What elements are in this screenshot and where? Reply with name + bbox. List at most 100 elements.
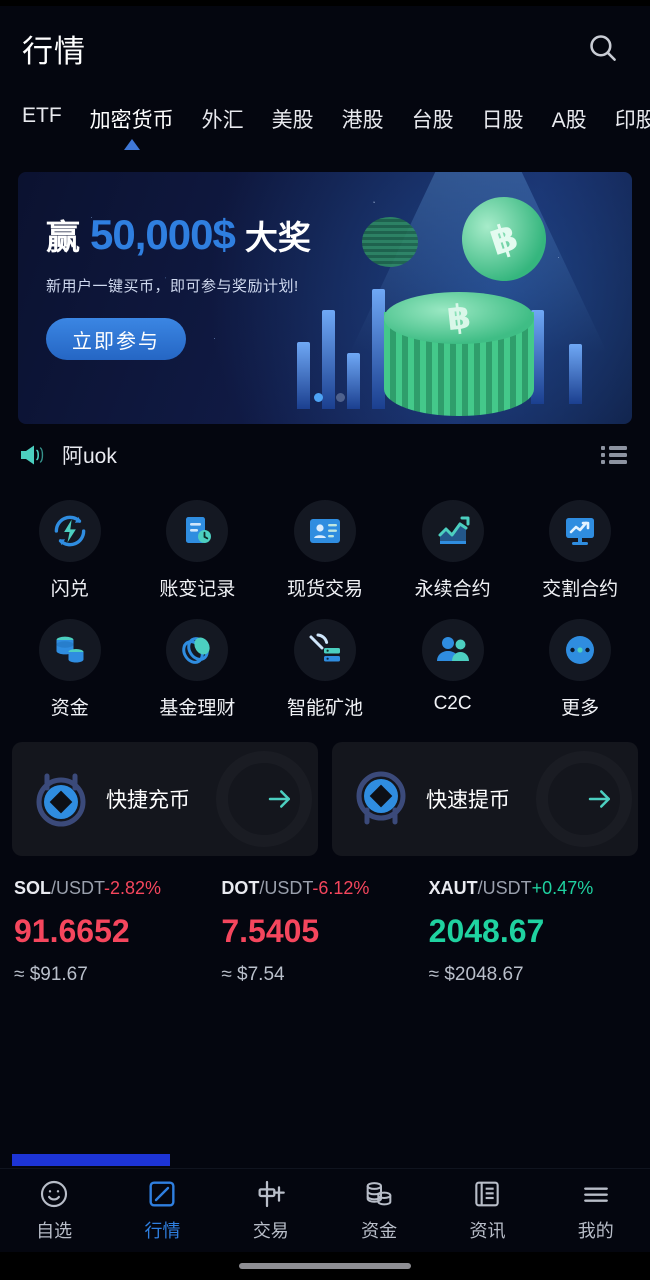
feature-label: 基金理财 [159,693,235,720]
feature-c2c[interactable]: C2C [389,609,517,728]
news-icon [471,1178,503,1210]
nav-item-coins[interactable]: 资金 [325,1178,433,1243]
nav-item-news[interactable]: 资讯 [433,1178,541,1243]
quick-action-card-2[interactable]: 快速提币 [332,742,638,856]
carousel-dot-2[interactable] [336,393,345,402]
tab-3[interactable]: 外汇 [202,90,244,134]
feature-label: 永续合约 [415,574,491,601]
more-icon [549,619,611,681]
ticker-symbol: XAUT [429,878,478,898]
nav-item-smiley[interactable]: 自选 [0,1178,108,1243]
tab-7[interactable]: 日股 [482,90,524,134]
fund-wealth-icon [166,619,228,681]
feature-more[interactable]: 更多 [516,609,644,728]
tab-9[interactable]: 印股 [615,90,650,134]
feature-label: 资金 [51,693,89,720]
banner-cta-button[interactable]: 立即参与 [46,318,186,360]
menu-icon [580,1178,612,1210]
nav-label: 资讯 [469,1217,505,1243]
nav-label: 资金 [361,1217,397,1243]
feature-grid: 闪兑 账变记录 现货交易 永续合约 交割合约 [0,486,650,728]
smiley-icon [38,1178,70,1210]
ticker-price: 7.5405 [221,913,420,950]
feature-spot-trading[interactable]: 现货交易 [261,490,389,609]
feature-funds[interactable]: 资金 [6,609,134,728]
ticker-header: SOL/USDT-2.82% [14,878,213,899]
feature-delivery-contract[interactable]: 交割合约 [516,490,644,609]
banner-coin-stack: ฿ [384,292,534,424]
flash-swap-icon [39,500,101,562]
nav-label: 我的 [578,1217,614,1243]
content-spacer [0,986,650,1154]
tab-1[interactable]: ETF [22,90,62,128]
carousel-dot-1[interactable] [314,393,323,402]
banner-bar-chart-right [522,273,620,404]
app-screen: 行情 ETF 加密货币外汇美股港股台股日股 A股印股 ฿ [0,0,650,1280]
tab-8[interactable]: A股 [552,90,587,134]
scroll-progress-bar[interactable] [12,1154,170,1166]
ticker-header: DOT/USDT-6.12% [221,878,420,899]
search-icon [586,31,620,65]
feature-grid-row-2: 资金 基金理财 智能矿池 C2C 更多 [6,609,644,728]
promo-banner[interactable]: ฿ ฿ 赢 50,000$ 大奖 新用户一键买币，即可参与奖励计划! 立即参与 [18,172,632,424]
ticker-price: 2048.67 [429,913,628,950]
header: 行情 [0,6,650,90]
tab-6[interactable]: 台股 [412,90,454,134]
feature-flash-swap[interactable]: 闪兑 [6,490,134,609]
feature-account-history[interactable]: 账变记录 [134,490,262,609]
ticker-usd-value: ≈ $2048.67 [429,964,628,986]
feature-label: C2C [434,693,472,715]
ticker-quote: /USDT [51,878,104,898]
feature-fund-wealth[interactable]: 基金理财 [134,609,262,728]
banner-side-coin [362,217,418,267]
feature-label: 账变记录 [159,574,235,601]
nav-item-menu[interactable]: 我的 [542,1178,650,1243]
funds-icon [39,619,101,681]
ticker-card[interactable]: DOT/USDT-6.12%7.5405≈ $7.54 [221,878,428,986]
banner-win-word: 赢 [46,210,80,259]
search-button[interactable] [580,25,626,71]
nav-item-candlestick[interactable]: 交易 [217,1178,325,1243]
home-indicator[interactable] [239,1263,411,1269]
feature-label: 更多 [561,693,599,720]
announcement-text: 阿uok [62,440,586,470]
account-history-icon [166,500,228,562]
card-ghost-decor [536,751,632,847]
card-ghost-decor [216,751,312,847]
ticker-change: +0.47% [532,878,594,898]
nav-label: 自选 [36,1217,72,1243]
scroll-progress-row [0,1154,650,1168]
coin-glyph-float: ฿ [485,214,524,264]
perpetual-contract-icon [422,500,484,562]
category-tabs[interactable]: ETF 加密货币外汇美股港股台股日股 A股印股 [0,90,650,164]
home-indicator-area [0,1252,650,1280]
ticker-change: -6.12% [312,878,369,898]
tab-4[interactable]: 美股 [272,90,314,134]
announcement-bar[interactable]: 阿uok [0,424,650,486]
feature-perpetual-contract[interactable]: 永续合约 [389,490,517,609]
spot-trading-icon [294,500,356,562]
nav-item-market-chart[interactable]: 行情 [108,1178,216,1243]
ticker-symbol: DOT [221,878,259,898]
coin-glyph-stack: ฿ [445,297,473,339]
banner-subtitle: 新用户一键买币，即可参与奖励计划! [46,275,311,296]
deposit-coin-icon [30,768,92,830]
banner-amount: 50,000$ [90,211,235,259]
tab-2[interactable]: 加密货币 [90,90,174,134]
promo-banner-area: ฿ ฿ 赢 50,000$ 大奖 新用户一键买币，即可参与奖励计划! 立即参与 [0,164,650,424]
ticker-card[interactable]: SOL/USDT-2.82%91.6652≈ $91.67 [14,878,221,986]
quick-action-card-1[interactable]: 快捷充币 [12,742,318,856]
page-title: 行情 [22,26,86,71]
tab-5[interactable]: 港股 [342,90,384,134]
ticker-change: -2.82% [104,878,161,898]
feature-label: 交割合约 [542,574,618,601]
market-chart-icon [146,1178,178,1210]
banner-floating-coin: ฿ [462,197,546,281]
feature-label: 现货交易 [287,574,363,601]
ticker-quote: /USDT [478,878,532,898]
ticker-card[interactable]: XAUT/USDT+0.47% 2048.67 ≈ $2048.67 [429,878,636,986]
banner-carousel-dots[interactable] [314,393,345,402]
list-icon[interactable] [600,443,628,467]
feature-mining-pool[interactable]: 智能矿池 [261,609,389,728]
ticker-price: 91.6652 [14,913,213,950]
